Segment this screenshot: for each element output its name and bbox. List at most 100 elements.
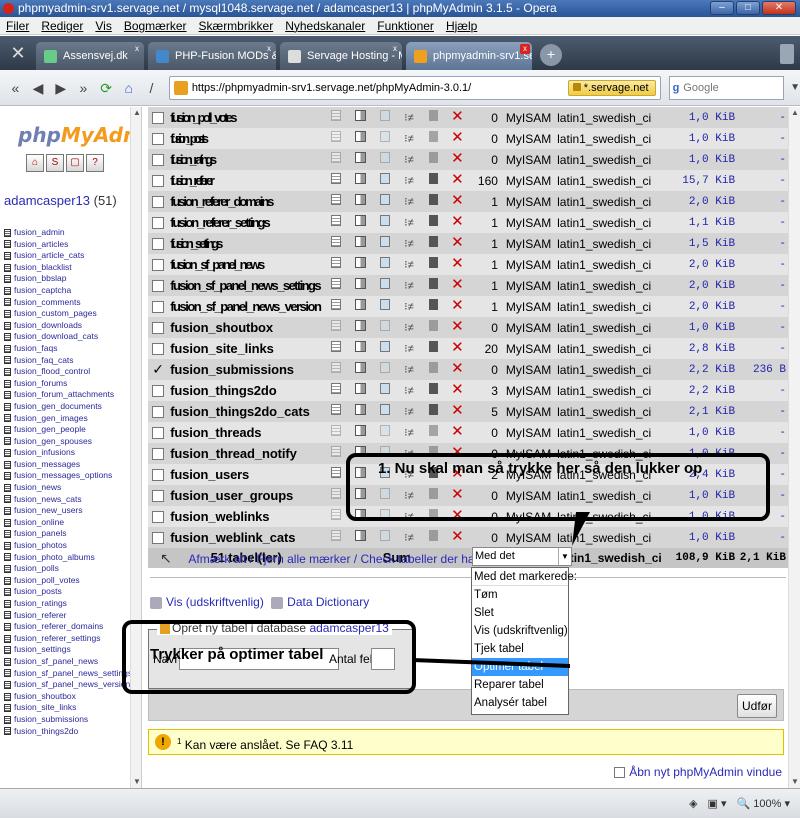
sidebar-table-item[interactable]: fusion_panels: [4, 528, 132, 540]
empty-icon[interactable]: [421, 254, 446, 275]
search-icon[interactable]: [372, 191, 397, 212]
search-icon[interactable]: [372, 233, 397, 254]
search-icon[interactable]: [372, 296, 397, 317]
table-row[interactable]: fusion_ratings ⁝≠ ✕ 0 MyISAM latin1_swedish_c…: [148, 149, 788, 170]
table-row[interactable]: fusion_referer ⁝≠ ✕ 160 MyISAM latin1_swedish…: [148, 170, 788, 191]
browse-icon[interactable]: [324, 527, 349, 548]
fast-forward-icon[interactable]: »: [72, 76, 95, 100]
structure-icon[interactable]: [348, 149, 373, 170]
drop-icon[interactable]: ✕: [445, 233, 470, 254]
row-checkbox[interactable]: [148, 107, 169, 128]
insert-icon[interactable]: ⁝≠: [396, 296, 422, 317]
empty-icon[interactable]: [421, 275, 446, 296]
table-row[interactable]: fusion_shoutbox ⁝≠ ✕ 0 MyISAM latin1_swedish_…: [148, 317, 788, 338]
chevron-down-icon[interactable]: ▼: [558, 548, 571, 565]
rewind-icon[interactable]: «: [4, 76, 27, 100]
reload-icon[interactable]: ⟳: [95, 76, 118, 100]
structure-icon[interactable]: [348, 422, 373, 443]
table-size[interactable]: 1,0 KiB: [666, 149, 738, 170]
drop-icon[interactable]: ✕: [445, 296, 470, 317]
speed-dial-icon[interactable]: ◈: [689, 797, 697, 810]
structure-icon[interactable]: [348, 128, 373, 149]
insert-icon[interactable]: ⁝≠: [396, 401, 422, 422]
empty-icon[interactable]: [421, 401, 446, 422]
scroll-up-icon[interactable]: ▲: [131, 107, 141, 119]
menu-tools[interactable]: Funktioner: [377, 17, 434, 34]
table-row[interactable]: ✓ fusion_submissions ⁝≠ ✕ 0 MyISAM latin1_swed…: [148, 359, 788, 380]
row-checkbox[interactable]: [148, 275, 169, 296]
structure-icon[interactable]: [348, 107, 373, 128]
sidebar-table-item[interactable]: fusion_photo_albums: [4, 552, 132, 564]
menu-view[interactable]: Vis: [95, 17, 111, 34]
sidebar-table-item[interactable]: fusion_sf_panel_news_version: [4, 679, 132, 691]
insert-icon[interactable]: ⁝≠: [396, 212, 422, 233]
minimize-button[interactable]: –: [710, 1, 734, 15]
overhead[interactable]: -: [737, 212, 788, 233]
table-row[interactable]: fusion_settings ⁝≠ ✕ 1 MyISAM latin1_swedish_…: [148, 233, 788, 254]
table-size[interactable]: 1,1 KiB: [666, 212, 738, 233]
table-size[interactable]: 1,5 KiB: [666, 233, 738, 254]
table-name[interactable]: fusion_user_groups: [168, 485, 325, 506]
table-size[interactable]: 1,0 KiB: [666, 107, 738, 128]
empty-icon[interactable]: [421, 170, 446, 191]
sidebar-table-item[interactable]: fusion_poll_votes: [4, 575, 132, 587]
insert-icon[interactable]: ⁝≠: [396, 422, 422, 443]
table-name[interactable]: fusion_threads: [168, 422, 325, 443]
sidebar-table-item[interactable]: fusion_infusions: [4, 447, 132, 459]
overhead[interactable]: -: [737, 107, 788, 128]
dropdown-option[interactable]: Tøm: [472, 586, 568, 604]
dropdown-option[interactable]: Analysér tabel: [472, 694, 568, 712]
table-name[interactable]: fusion_sf_panel_news_settings: [168, 275, 325, 296]
table-row[interactable]: fusion_things2do_cats ⁝≠ ✕ 5 MyISAM latin1_sw…: [148, 401, 788, 422]
sidebar-table-item[interactable]: fusion_gen_images: [4, 413, 132, 425]
sidebar-table-item[interactable]: fusion_admin: [4, 227, 132, 239]
sidebar-table-item[interactable]: fusion_downloads: [4, 320, 132, 332]
browse-icon[interactable]: [324, 338, 349, 359]
sidebar-table-item[interactable]: fusion_referer: [4, 610, 132, 622]
row-checkbox[interactable]: ✓: [148, 359, 169, 380]
overhead[interactable]: -: [737, 254, 788, 275]
insert-icon[interactable]: ⁝≠: [396, 128, 422, 149]
overhead[interactable]: -: [737, 338, 788, 359]
tab-tools-icon[interactable]: ✕: [0, 36, 36, 70]
home-icon[interactable]: ⌂: [26, 154, 44, 172]
browse-icon[interactable]: [324, 107, 349, 128]
row-checkbox[interactable]: [148, 317, 169, 338]
search-icon[interactable]: [372, 128, 397, 149]
insert-icon[interactable]: ⁝≠: [396, 527, 422, 548]
table-name[interactable]: fusion_settings: [168, 233, 325, 254]
close-window-button[interactable]: ✕: [762, 1, 796, 15]
insert-icon[interactable]: ⁝≠: [396, 191, 422, 212]
sidebar-table-item[interactable]: fusion_news_cats: [4, 494, 132, 506]
insert-icon[interactable]: ⁝≠: [396, 359, 422, 380]
tab-php-fusion[interactable]: PHP-Fusion MODs & I... x: [148, 42, 276, 70]
sidebar-table-item[interactable]: fusion_article_cats: [4, 250, 132, 262]
browse-icon[interactable]: [324, 128, 349, 149]
empty-icon[interactable]: [421, 128, 446, 149]
row-checkbox[interactable]: [148, 380, 169, 401]
insert-icon[interactable]: ⁝≠: [396, 254, 422, 275]
drop-icon[interactable]: ✕: [445, 254, 470, 275]
with-selected-select[interactable]: Med det markerede: ▼: [472, 547, 572, 579]
browse-icon[interactable]: [324, 149, 349, 170]
overhead[interactable]: -: [737, 401, 788, 422]
empty-icon[interactable]: [421, 422, 446, 443]
table-name[interactable]: fusion_shoutbox: [168, 317, 325, 338]
row-checkbox[interactable]: [148, 506, 169, 527]
table-size[interactable]: 2,0 KiB: [666, 275, 738, 296]
browse-icon[interactable]: [324, 401, 349, 422]
sidebar-table-item[interactable]: fusion_sf_panel_news_settings: [4, 668, 132, 680]
row-checkbox[interactable]: [148, 212, 169, 233]
browse-icon[interactable]: [324, 254, 349, 275]
close-tab-icon[interactable]: x: [520, 44, 530, 54]
browse-icon[interactable]: [324, 359, 349, 380]
table-row[interactable]: fusion_sf_panel_news_version ⁝≠ ✕ 1 MyISAM la…: [148, 296, 788, 317]
table-row[interactable]: fusion_referer_domains ⁝≠ ✕ 1 MyISAM latin1_s…: [148, 191, 788, 212]
check-all-link[interactable]: Afmærk alt: [188, 552, 246, 566]
search-icon[interactable]: [372, 254, 397, 275]
drop-icon[interactable]: ✕: [445, 212, 470, 233]
overhead[interactable]: -: [737, 317, 788, 338]
structure-icon[interactable]: [348, 317, 373, 338]
browse-icon[interactable]: [324, 233, 349, 254]
table-name[interactable]: fusion_submissions: [168, 359, 325, 380]
